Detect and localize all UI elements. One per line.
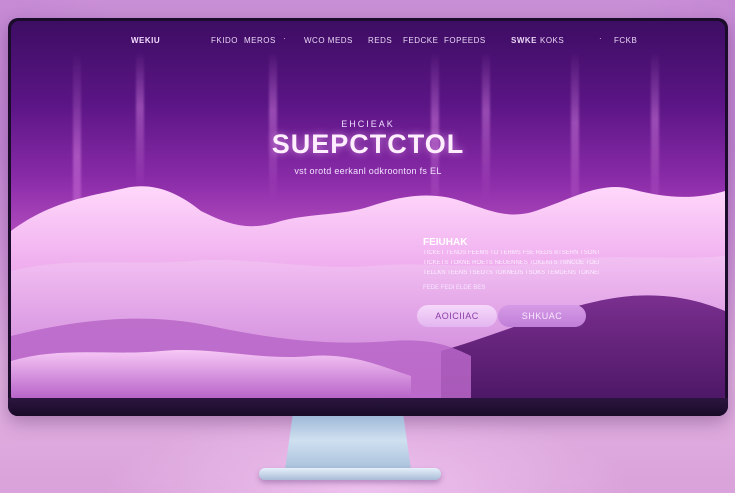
nav-link[interactable]: REDS [368, 36, 392, 45]
panel-title: FEIUHAK [423, 237, 468, 248]
cloud-landscape [11, 186, 725, 398]
nav-link[interactable]: WCO MEDS [304, 36, 353, 45]
nav-link[interactable]: MEROS [244, 36, 276, 45]
panel-text-line: TELLKN TEENS TSEOTS TOKNEDS TSOKS TEMDEN… [423, 270, 599, 276]
nav-separator: · [283, 34, 287, 43]
panel-meta: FEDE FEDI ELDE BES [423, 285, 486, 291]
monitor-stand-neck [285, 416, 411, 470]
monitor: WEKIU FKIDO MEROS · WCO MEDS REDS FEDCKE… [8, 18, 728, 416]
monitor-bezel-chin [8, 398, 728, 416]
panel-text-line: TICKETS TOKNE ROETS NEUENNES TOKENTS TSN… [423, 260, 599, 266]
primary-cta-button[interactable]: AOICIIAC [417, 305, 497, 327]
monitor-stand-base [259, 468, 441, 480]
site-logo[interactable]: WEKIU [131, 36, 160, 45]
nav-link-right[interactable]: FCKB [614, 36, 637, 45]
panel-text-line: TICKET TENDS FEEMS TO TERMS FSE REDS BTS… [423, 250, 599, 256]
nav-link[interactable]: FKIDO [211, 36, 238, 45]
hero-title: SUEPCTCTOL [271, 129, 465, 159]
hero-subtitle: vst orotd eerkanl odkroonton fs EL [294, 166, 442, 176]
monitor-screen: WEKIU FKIDO MEROS · WCO MEDS REDS FEDCKE… [11, 21, 725, 398]
hero-kicker: EHCIEAK [341, 119, 395, 129]
nav-link-right[interactable]: KOKS [540, 36, 564, 45]
nav-link-right[interactable]: SWKE [511, 36, 537, 45]
secondary-cta-button[interactable]: SHKUAC [498, 305, 586, 327]
nav-link[interactable]: FEDCKE [403, 36, 438, 45]
panel-body: TICKET TENDS FEEMS TO TERMS FSE REDS BTS… [423, 250, 599, 280]
top-navigation: WEKIU FKIDO MEROS · WCO MEDS REDS FEDCKE… [11, 21, 725, 57]
nav-link[interactable]: FOPEEDS [444, 36, 486, 45]
nav-separator: · [599, 34, 603, 43]
